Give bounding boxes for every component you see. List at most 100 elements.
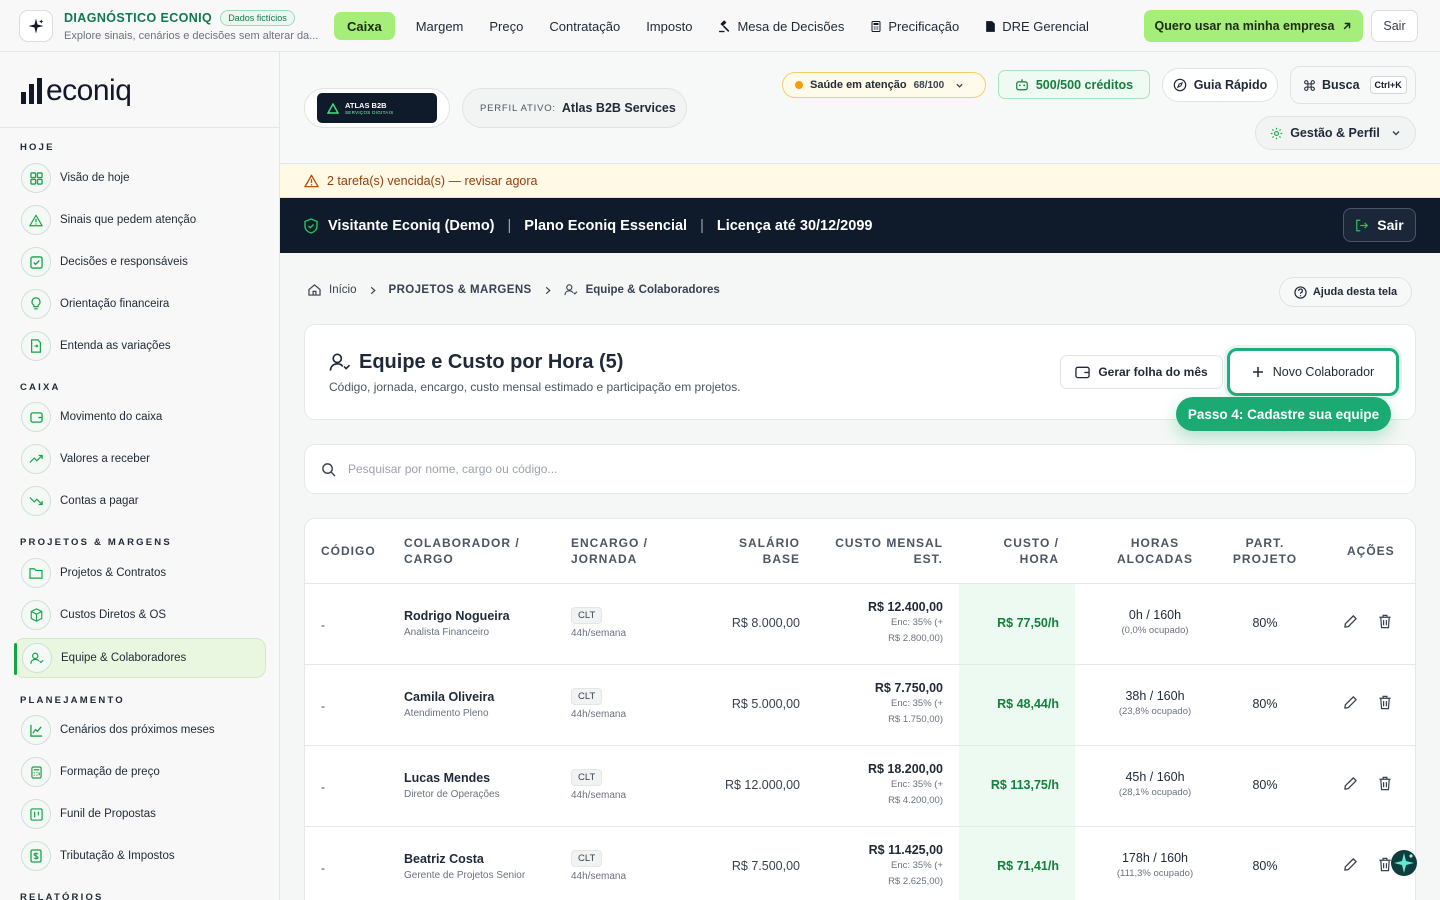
user-check-icon <box>22 643 52 673</box>
trend-down-icon <box>21 486 51 516</box>
robot-icon <box>1015 79 1028 91</box>
edit-button[interactable] <box>1343 695 1358 710</box>
econiq-logo[interactable]: econiq <box>21 74 132 108</box>
sidebar-item-contas-pagar[interactable]: Contas a pagar <box>14 481 266 521</box>
brand-block: DIAGNÓSTICO ECONIQ Dados fictícios Explo… <box>64 10 329 42</box>
nav-precificacao[interactable]: Precificação <box>857 12 972 40</box>
delete-button[interactable] <box>1378 695 1392 710</box>
collaborator-role: Gerente de Projetos Senior <box>404 870 526 881</box>
license-logout-button[interactable]: Sair <box>1343 208 1416 242</box>
edit-button[interactable] <box>1343 857 1358 872</box>
screen-help-button[interactable]: Ajuda desta tela <box>1279 277 1412 307</box>
sidebar-item-visao-hoje[interactable]: Visão de hoje <box>14 158 266 198</box>
sidebar-item-valores-receber[interactable]: Valores a receber <box>14 439 266 479</box>
allocated-hours: 45h / 160h (28,1% ocupado) <box>1118 770 1192 798</box>
col-salario[interactable]: SALÁRIO BASE <box>739 535 800 567</box>
global-search-button[interactable]: Busca Ctrl+K <box>1290 66 1416 104</box>
company-selector[interactable]: ATLAS B2B SERVIÇOS DIGITAIS <box>304 88 450 128</box>
edit-button[interactable] <box>1343 776 1358 791</box>
nav-mesa-decisoes[interactable]: Mesa de Decisões <box>705 12 857 40</box>
top-nav: Caixa Margem Preço Contratação Imposto M… <box>334 12 1102 40</box>
status-dot-icon <box>795 81 803 89</box>
generate-payroll-button[interactable]: Gerar folha do mês <box>1060 355 1223 389</box>
sidebar-item-movimento-caixa[interactable]: Movimento do caixa <box>14 397 266 437</box>
table-row[interactable]: - Lucas Mendes Diretor de Operações CLT … <box>305 746 1415 827</box>
delete-button[interactable] <box>1378 614 1392 629</box>
collaborator-role: Atendimento Pleno <box>404 708 489 719</box>
work-schedule: 44h/semana <box>571 628 627 639</box>
table-row[interactable]: - Rodrigo Nogueira Analista Financeiro C… <box>305 584 1415 665</box>
pencil-icon <box>1344 858 1357 871</box>
nav-imposto[interactable]: Imposto <box>633 12 705 40</box>
credits-badge[interactable]: 500/500 créditos <box>998 70 1150 99</box>
sidebar-item-cenarios[interactable]: Cenários dos próximos meses <box>14 710 266 750</box>
collaborator-name: Camila Oliveira <box>404 690 495 704</box>
table-row[interactable]: - Beatriz Costa Gerente de Projetos Seni… <box>305 827 1415 900</box>
license-user: Visitante Econiq (Demo) <box>328 217 495 234</box>
active-profile-chip[interactable]: PERFIL ATIVO: Atlas B2B Services <box>462 88 687 128</box>
receipt-icon <box>21 841 51 871</box>
col-codigo[interactable]: CÓDIGO <box>321 543 376 559</box>
shield-check-icon <box>304 217 318 234</box>
sidebar-item-funil-propostas[interactable]: Funil de Propostas <box>14 794 266 834</box>
sidebar-item-orientacao[interactable]: Orientação financeira <box>14 284 266 324</box>
sidebar-item-formacao-preco[interactable]: Formação de preço <box>14 752 266 792</box>
sidebar-item-equipe-colaboradores[interactable]: Equipe & Colaboradores <box>14 638 266 678</box>
top-logout-button[interactable]: Sair <box>1371 10 1418 42</box>
nav-preco[interactable]: Preço <box>476 12 536 40</box>
trend-up-icon <box>21 444 51 474</box>
col-colaborador[interactable]: COLABORADOR / CARGO <box>404 535 520 567</box>
lightbulb-icon <box>21 289 51 319</box>
use-in-company-button[interactable]: Quero usar na minha empresa <box>1144 10 1363 42</box>
delete-button[interactable] <box>1378 776 1392 791</box>
work-schedule: 44h/semana <box>571 871 627 882</box>
nav-margem[interactable]: Margem <box>403 12 477 40</box>
management-profile-dropdown[interactable]: Gestão & Perfil <box>1255 116 1416 150</box>
assistant-sparkle-button[interactable] <box>1390 849 1418 877</box>
collaborator-role: Analista Financeiro <box>404 627 490 638</box>
table-row[interactable]: - Camila Oliveira Atendimento Pleno CLT … <box>305 665 1415 746</box>
base-salary: R$ 7.500,00 <box>731 859 800 873</box>
quick-guide-button[interactable]: Guia Rápido <box>1162 68 1278 102</box>
gear-icon <box>1271 127 1283 139</box>
checkbox-icon <box>21 247 51 277</box>
breadcrumb-section[interactable]: PROJETOS & MARGENS <box>389 284 532 296</box>
collaborator-name: Lucas Mendes <box>404 771 491 785</box>
sidebar-item-projetos-contratos[interactable]: Projetos & Contratos <box>14 553 266 593</box>
cost-per-hour: R$ 113,75/h <box>990 778 1059 792</box>
new-collaborator-button[interactable]: Novo Colaborador <box>1227 348 1399 396</box>
breadcrumb-current: Equipe & Colaboradores <box>585 284 720 296</box>
nav-contratacao[interactable]: Contratação <box>536 12 633 40</box>
license-bar: Visitante Econiq (Demo) | Plano Econiq E… <box>280 198 1440 253</box>
section-projetos-margens: PROJETOS & MARGENS <box>20 537 172 548</box>
breadcrumb-home[interactable]: Início <box>329 284 357 296</box>
overdue-tasks-alert[interactable]: 2 tarefa(s) vencida(s) — revisar agora <box>280 165 1440 198</box>
col-horas[interactable]: HORAS ALOCADAS <box>1095 535 1215 567</box>
col-participacao[interactable]: PART. PROJETO <box>1225 535 1305 567</box>
sparkle-logo-icon[interactable] <box>19 10 53 42</box>
sidebar-item-tributacao[interactable]: Tributação & Impostos <box>14 836 266 876</box>
col-custo-mensal[interactable]: CUSTO MENSAL EST. <box>835 535 943 567</box>
collaborators-table: CÓDIGO COLABORADOR / CARGO ENCARGO / JORNA… <box>304 518 1416 900</box>
allocated-hours: 178h / 160h (111,3% ocupado) <box>1116 851 1194 879</box>
logo-bars-icon <box>21 78 42 104</box>
base-salary: R$ 12.000,00 <box>724 778 800 792</box>
cell-codigo: - <box>321 699 325 713</box>
onboarding-tour-tip[interactable]: Passo 4: Cadastre sua equipe <box>1176 397 1391 431</box>
search-bar <box>304 444 1416 494</box>
nav-dre-gerencial[interactable]: DRE Gerencial <box>972 12 1102 40</box>
nav-caixa[interactable]: Caixa <box>334 12 395 40</box>
sidebar-item-variacoes[interactable]: Entenda as variações <box>14 326 266 366</box>
sidebar-item-sinais[interactable]: Sinais que pedem atenção <box>14 200 266 240</box>
search-input[interactable] <box>348 462 1248 476</box>
sparkle-icon <box>1391 850 1417 876</box>
help-circle-icon <box>1294 285 1307 299</box>
sidebar-item-custos-diretos[interactable]: Custos Diretos & OS <box>14 595 266 635</box>
charges-detail: Enc: 35% (+ R$ 1.750,00) <box>888 698 943 725</box>
col-encargo[interactable]: ENCARGO / JORNADA <box>571 535 648 567</box>
health-status-dropdown[interactable]: Saúde em atenção 68/100 <box>782 72 986 98</box>
sidebar-item-decisoes[interactable]: Decisões e responsáveis <box>14 242 266 282</box>
col-custo-hora[interactable]: CUSTO / HORA <box>1004 535 1059 567</box>
edit-button[interactable] <box>1343 614 1358 629</box>
chevron-down-icon <box>1392 131 1400 136</box>
